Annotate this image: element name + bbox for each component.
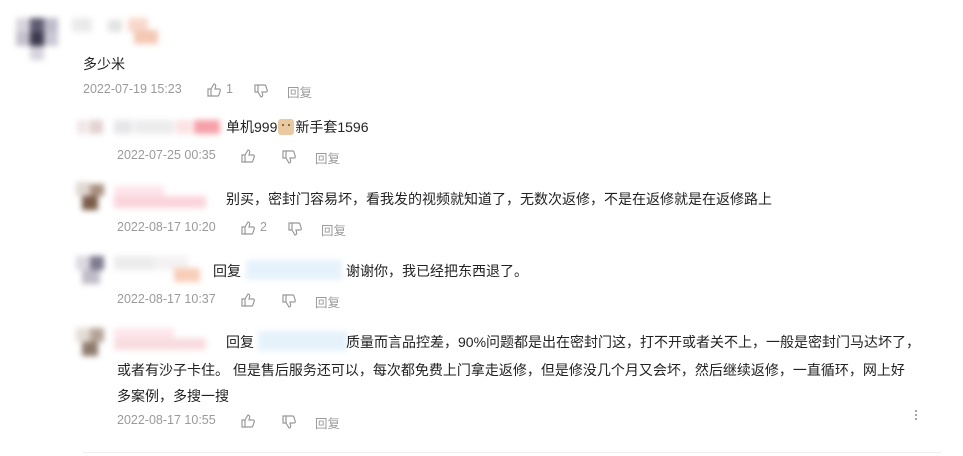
reply-prefix: 回复 [213,263,241,279]
reply-button[interactable]: 回复 [315,148,340,167]
thumbs-up-icon[interactable] [206,82,222,98]
comment-text-part: 单机999 [226,119,278,135]
avatar[interactable] [76,256,110,286]
avatar[interactable] [16,18,62,70]
comment-text-part: 新手套1596 [295,119,369,135]
comment-text: 别买，密封门容易坏，看我发的视频就知道了，无数次返修，不是在返修就是在返修路上 [226,191,772,207]
comment-text: 回复 [226,332,254,352]
comment-timestamp: 2022-07-25 00:35 [117,148,216,162]
avatar[interactable] [76,328,110,358]
like-count: 2 [260,220,267,234]
divider [83,452,941,453]
username-placeholder[interactable] [114,328,210,354]
thumbs-up-icon[interactable] [240,220,256,236]
thumbs-up-icon[interactable] [240,413,256,429]
username-placeholder[interactable] [72,18,164,44]
comment-text: 谢谢你，我已经把东西退了。 [346,263,528,279]
comment-text-line: 多案例，多搜一搜 [117,388,229,404]
username-placeholder[interactable] [114,256,206,284]
reply-button[interactable]: 回复 [315,292,340,311]
reply-prefix: 回复 [226,334,254,350]
avatar[interactable] [77,120,107,136]
comment-timestamp: 2022-08-17 10:37 [117,292,216,306]
comment-text-line: 质量而言品控差，90%问题都是出在密封门这，打不开或者关不上，一般是密封门马达坏… [346,334,921,350]
comment-text: 回复 [213,261,241,281]
mentioned-user-placeholder[interactable] [246,258,342,284]
username-placeholder[interactable] [114,186,210,210]
thumbs-up-icon[interactable] [240,292,256,308]
reply-button[interactable]: 回复 [287,82,312,101]
thumbs-down-icon[interactable] [281,149,297,165]
more-vertical-icon[interactable] [914,410,918,422]
comment-timestamp: 2022-08-17 10:55 [117,413,216,427]
reply-button[interactable]: 回复 [321,220,346,239]
mentioned-user-placeholder[interactable] [258,329,348,355]
bear-face-emoji [278,119,295,135]
thumbs-up-icon[interactable] [240,148,256,164]
thumbs-down-icon[interactable] [253,83,269,99]
comment-timestamp: 2022-08-17 10:20 [117,220,216,234]
username-placeholder[interactable] [114,120,222,134]
avatar[interactable] [76,182,110,212]
comment-timestamp: 2022-07-19 15:23 [83,82,182,96]
comment-text: 多少米 [83,56,125,72]
like-count: 1 [226,82,233,96]
thumbs-down-icon[interactable] [287,221,303,237]
comment-text: 单机999 新手套1596 [226,117,369,137]
comment-text-line: 或者有沙子卡住。 但是售后服务还可以，每次都免费上门拿走返修，但是修没几个月又会… [117,362,905,378]
reply-button[interactable]: 回复 [315,413,340,432]
thumbs-down-icon[interactable] [281,414,297,430]
thumbs-down-icon[interactable] [281,293,297,309]
